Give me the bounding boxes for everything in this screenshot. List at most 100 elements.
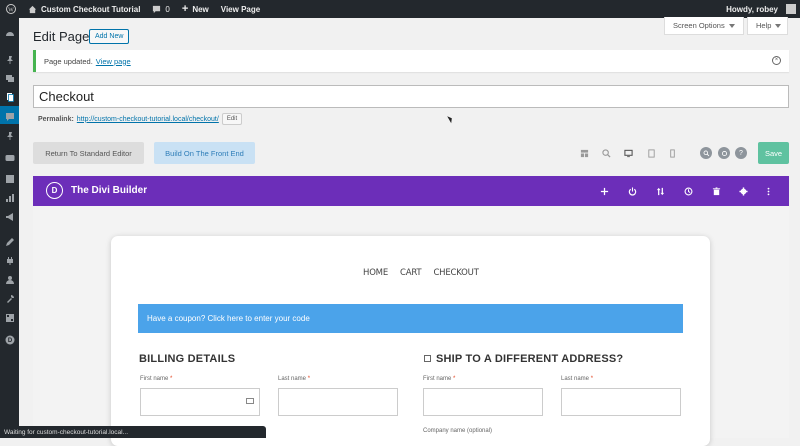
- power-icon[interactable]: [626, 185, 638, 197]
- edit-permalink-button[interactable]: Edit: [221, 113, 243, 125]
- plugins-icon[interactable]: [4, 255, 15, 266]
- required-marker: *: [590, 376, 594, 382]
- label-text: Last name: [561, 376, 590, 382]
- comment-icon: [153, 5, 161, 13]
- pin-icon[interactable]: [4, 130, 15, 141]
- required-marker: *: [170, 376, 173, 382]
- shipping-last-name-input[interactable]: [561, 388, 681, 416]
- contact-card-icon: [246, 398, 254, 404]
- comments-link[interactable]: 0: [146, 0, 175, 18]
- comments-count: 0: [165, 4, 170, 14]
- required-marker: *: [453, 376, 456, 382]
- plus-icon: +: [181, 3, 189, 15]
- coupon-banner[interactable]: Have a coupon? Click here to enter your …: [138, 304, 683, 333]
- billing-first-name-input[interactable]: [140, 388, 260, 416]
- pages-icon[interactable]: [4, 91, 15, 102]
- portability-icon[interactable]: [718, 147, 730, 159]
- mouse-cursor-icon: [447, 114, 454, 124]
- build-on-front-end-button[interactable]: Build On The Front End: [154, 142, 255, 164]
- add-new-button[interactable]: Add New: [89, 29, 130, 44]
- help-label: Help: [756, 21, 772, 30]
- return-to-standard-editor-button[interactable]: Return To Standard Editor: [33, 142, 144, 164]
- nav-item-home[interactable]: HOME: [363, 268, 388, 278]
- pin-icon[interactable]: [4, 54, 15, 65]
- browser-status-bar: Waiting for custom-checkout-tutorial.loc…: [0, 426, 266, 438]
- nav-item-checkout[interactable]: CHECKOUT: [433, 268, 478, 278]
- caret-down-icon: [775, 23, 782, 28]
- caret-down-icon: [728, 23, 735, 28]
- svg-text:D: D: [7, 338, 12, 344]
- view-page-link[interactable]: View page: [96, 57, 131, 66]
- search-icon[interactable]: [700, 147, 712, 159]
- woocommerce-icon[interactable]: [4, 152, 15, 163]
- zoom-icon[interactable]: [600, 147, 612, 159]
- dashboard-icon[interactable]: [4, 28, 15, 39]
- ship-different-checkbox[interactable]: [424, 355, 431, 362]
- home-icon: [28, 5, 37, 13]
- new-label: New: [192, 4, 209, 14]
- add-icon[interactable]: [598, 185, 610, 197]
- screen-options-button[interactable]: Screen Options: [664, 17, 744, 35]
- tablet-view-icon[interactable]: [645, 147, 657, 159]
- account-menu[interactable]: Howdy, robey: [720, 0, 800, 18]
- screen-options-label: Screen Options: [673, 21, 725, 30]
- permalink-label: Permalink:: [38, 115, 74, 123]
- permalink: Permalink: http://custom-checkout-tutori…: [38, 113, 243, 125]
- shipping-first-name-input[interactable]: [423, 388, 543, 416]
- svg-text:W: W: [8, 7, 14, 13]
- post-title-input[interactable]: [33, 85, 789, 108]
- avatar: [786, 4, 796, 14]
- desktop-view-icon[interactable]: [622, 147, 634, 159]
- admin-bar: W Custom Checkout Tutorial 0 + New View …: [0, 0, 800, 18]
- dismiss-icon[interactable]: ×: [772, 56, 781, 65]
- label-text: First name: [140, 376, 169, 382]
- notice-text: Page updated.: [44, 56, 93, 66]
- divi-icon[interactable]: D: [4, 334, 15, 345]
- billing-last-name-label: Last name *: [278, 376, 310, 382]
- new-content-link[interactable]: + New: [176, 0, 215, 18]
- trash-icon[interactable]: [710, 185, 722, 197]
- permalink-url[interactable]: http://custom-checkout-tutorial.local/ch…: [77, 116, 219, 123]
- help-button[interactable]: Help: [747, 17, 788, 35]
- greeting: Howdy, robey: [726, 4, 778, 14]
- marketing-icon[interactable]: [4, 211, 15, 222]
- products-icon[interactable]: [4, 173, 15, 184]
- divi-builder-title: The Divi Builder: [71, 185, 148, 196]
- comments-icon[interactable]: [4, 111, 15, 122]
- more-options-icon[interactable]: [762, 185, 774, 197]
- nav-item-cart[interactable]: CART: [400, 268, 422, 278]
- media-icon[interactable]: [4, 72, 15, 83]
- appearance-icon[interactable]: [4, 236, 15, 247]
- view-page-link[interactable]: View Page: [215, 0, 266, 18]
- billing-last-name-input[interactable]: [278, 388, 398, 416]
- wordpress-icon: W: [6, 4, 16, 14]
- site-name: Custom Checkout Tutorial: [41, 4, 141, 14]
- billing-first-name-label: First name *: [140, 376, 172, 382]
- settings-icon[interactable]: [4, 312, 15, 323]
- shipping-heading-label: SHIP TO A DIFFERENT ADDRESS?: [436, 353, 624, 365]
- users-icon[interactable]: [4, 274, 15, 285]
- divi-logo-icon: D: [46, 182, 63, 199]
- tools-icon[interactable]: [4, 293, 15, 304]
- label-text: Last name: [278, 376, 307, 382]
- sort-icon[interactable]: [654, 185, 666, 197]
- site-name-link[interactable]: Custom Checkout Tutorial: [22, 0, 146, 18]
- help-icon[interactable]: ?: [735, 147, 747, 159]
- preview-nav: HOME CART CHECKOUT: [363, 268, 479, 278]
- save-button[interactable]: Save: [758, 142, 789, 164]
- shipping-last-name-label: Last name *: [561, 376, 593, 382]
- layout-icon[interactable]: [578, 147, 590, 159]
- update-notice: Page updated. View page ×: [33, 50, 789, 72]
- shipping-heading: SHIP TO A DIFFERENT ADDRESS?: [424, 353, 623, 365]
- required-marker: *: [307, 376, 311, 382]
- phone-view-icon[interactable]: [666, 147, 678, 159]
- view-page-label: View Page: [220, 4, 261, 14]
- company-name-label: Company name (optional): [423, 428, 493, 434]
- divi-builder-header: D The Divi Builder: [33, 176, 789, 206]
- history-icon[interactable]: [682, 185, 694, 197]
- wp-logo-menu[interactable]: W: [0, 0, 22, 18]
- shipping-first-name-label: First name *: [423, 376, 455, 382]
- label-text: First name: [423, 376, 452, 382]
- gear-icon[interactable]: [737, 185, 749, 197]
- analytics-icon[interactable]: [4, 192, 15, 203]
